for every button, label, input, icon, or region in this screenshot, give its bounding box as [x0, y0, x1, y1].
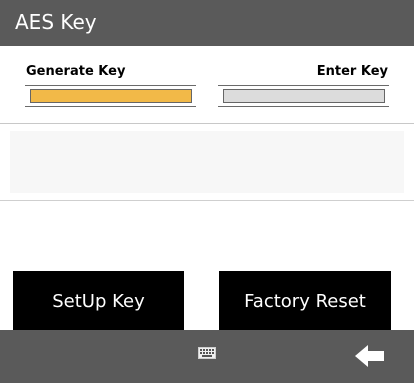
tab-generate-key[interactable]: [25, 85, 196, 107]
factory-reset-button[interactable]: Factory Reset: [219, 271, 391, 331]
title-bar: AES Key: [0, 0, 414, 46]
tab-enter-key[interactable]: [218, 85, 389, 107]
tab-enter-key-label[interactable]: Enter Key: [317, 64, 388, 80]
window-title: AES Key: [15, 10, 97, 34]
keyboard-icon[interactable]: [198, 347, 216, 359]
tab-generate-key-label[interactable]: Generate Key: [26, 64, 125, 80]
tab-enter-key-indicator: [223, 89, 385, 103]
tab-generate-key-indicator: [30, 89, 192, 103]
tab-divider: [0, 123, 414, 124]
setup-key-button[interactable]: SetUp Key: [13, 271, 184, 331]
back-arrow-icon[interactable]: [355, 343, 385, 369]
panel-divider: [0, 200, 414, 201]
key-display-panel: [10, 131, 404, 193]
